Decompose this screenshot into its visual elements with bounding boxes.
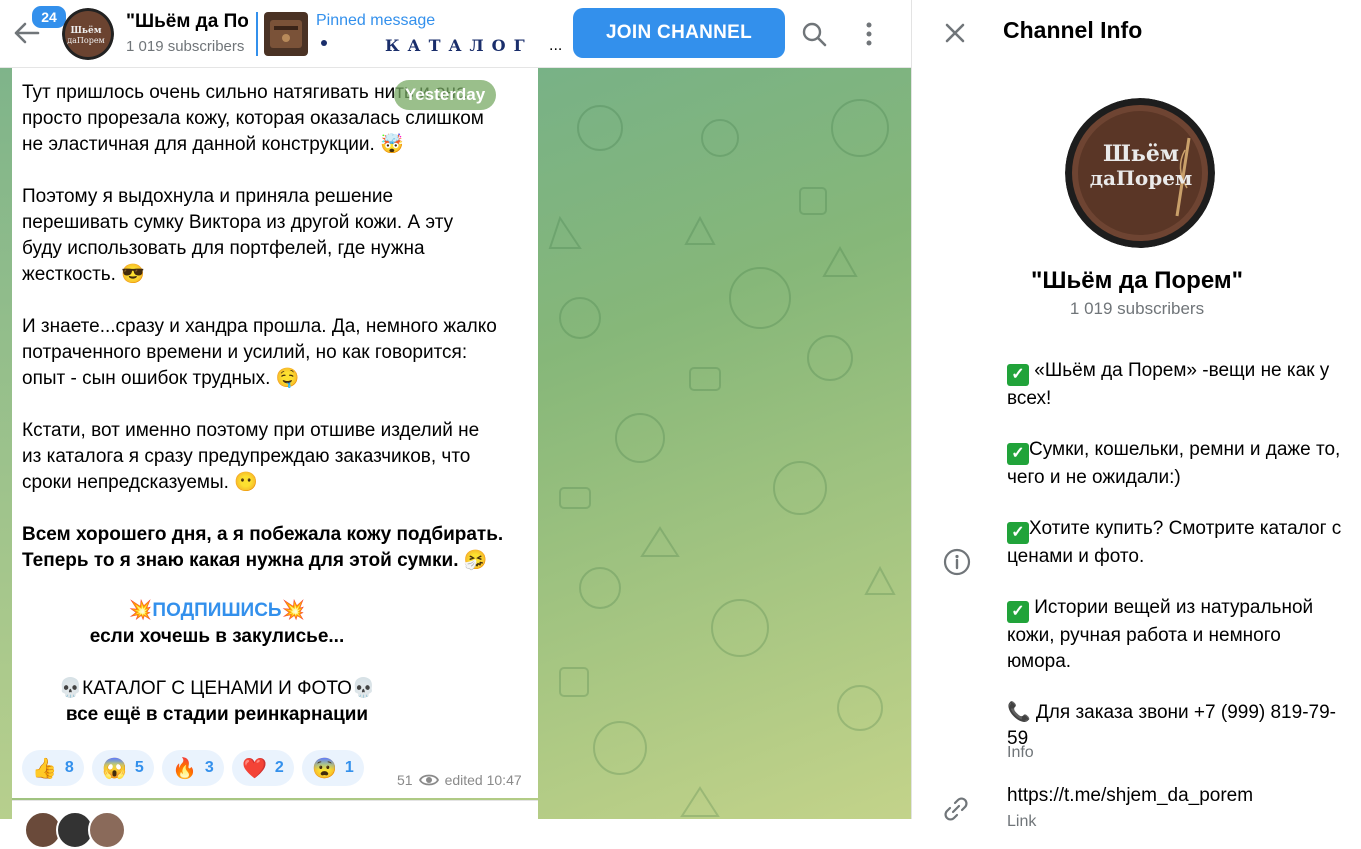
- eye-icon: [418, 774, 439, 786]
- catalog-subtext: все ещё в стадии реинкарнации: [65, 704, 369, 725]
- message-bold-line: Теперь то я знаю какая нужна для этой су…: [22, 550, 488, 571]
- info-icon: [943, 548, 971, 576]
- reaction-scream[interactable]: 😱 5: [92, 750, 154, 786]
- check-mark-icon: ✓: [1007, 601, 1029, 623]
- avatar-text: даПорем: [1089, 166, 1193, 190]
- message-line: перешивать сумку Виктора из другой кожи.…: [22, 212, 454, 233]
- reaction-heart[interactable]: ❤️ 2: [232, 750, 294, 786]
- channel-description: ✓ «Шьём да Порем» -вещи не как у всех! ✓…: [1007, 358, 1347, 752]
- message-line: потраченного времени и усилий, но как го…: [22, 342, 468, 363]
- description-line: «Шьём да Порем» -вещи не как у всех!: [1007, 360, 1330, 409]
- subscribe-link[interactable]: ПОДПИШИСЬ: [152, 600, 281, 621]
- left-background-strip: [0, 68, 12, 819]
- fearful-icon: 😨: [312, 757, 337, 780]
- next-message-peek: [12, 800, 538, 849]
- catalog-text: КАТАЛОГ С ЦЕНАМИ И ФОТО: [82, 678, 352, 699]
- pinned-divider: [256, 12, 258, 56]
- description-line: Хотите купить? Смотрите каталог с ценами…: [1007, 518, 1342, 567]
- pinned-thumbnail[interactable]: [264, 12, 308, 56]
- message-line: не эластичная для данной конструкции. 🤯: [22, 134, 404, 155]
- check-mark-icon: ✓: [1007, 443, 1029, 465]
- svg-text:даПорем: даПорем: [67, 36, 105, 45]
- scream-icon: 😱: [102, 757, 127, 780]
- pinned-text[interactable]: КАТАЛОГ: [385, 36, 533, 55]
- reaction-count: 8: [64, 759, 74, 776]
- reaction-fearful[interactable]: 😨 1: [302, 750, 364, 786]
- channel-info-panel: Channel Info Шьём даПорем "Шьём да Порем…: [911, 0, 1361, 830]
- pinned-ellipsis: ...: [549, 37, 563, 54]
- message-line: И знаете...сразу и хандра прошла. Да, не…: [22, 316, 497, 337]
- channel-avatar-large[interactable]: Шьём даПорем: [1065, 98, 1215, 248]
- reaction-thumbs-up[interactable]: 👍 8: [22, 750, 84, 786]
- link-label: Link: [1007, 813, 1037, 830]
- check-mark-icon: ✓: [1007, 364, 1029, 386]
- avatar: [88, 811, 126, 849]
- explosion-icon: 💥: [281, 600, 306, 621]
- pinned-image-icon: [264, 12, 308, 56]
- message-line: Поэтому я выдохнула и приняла решение: [22, 186, 394, 207]
- join-channel-button[interactable]: JOIN CHANNEL: [573, 8, 785, 58]
- svg-text:Шьём: Шьём: [70, 25, 101, 36]
- views-count: 51: [397, 772, 413, 788]
- edited-time: edited 10:47: [444, 772, 522, 788]
- channel-subscribers: 1 019 subscribers: [126, 38, 245, 55]
- reaction-count: 5: [134, 759, 144, 776]
- message-bubble: Тут пришлось очень сильно натягивать нит…: [12, 68, 538, 798]
- channel-name: "Шьём да Порем": [1030, 267, 1243, 294]
- description-line: Сумки, кошельки, ремни и даже то, чего и…: [1007, 439, 1341, 488]
- channel-title[interactable]: "Шьём да Порем": [126, 11, 248, 33]
- message-line: Кстати, вот именно поэтому при отшиве из…: [22, 420, 480, 441]
- channel-link[interactable]: https://t.me/shjem_da_porem: [1007, 785, 1253, 807]
- message-line: опыт - сын ошибок трудных. 🤤: [22, 368, 300, 389]
- thumbs-up-icon: 👍: [32, 757, 57, 780]
- message-bold-line: Всем хорошего дня, а я побежала кожу под…: [22, 524, 504, 545]
- message-meta: 51 edited 10:47: [397, 772, 522, 788]
- subscribe-subtext: если хочешь в закулисье...: [89, 626, 345, 647]
- info-label: Info: [1007, 744, 1034, 761]
- search-icon[interactable]: [797, 17, 831, 51]
- channel-subscribers: 1 019 subscribers: [1069, 299, 1205, 318]
- pinned-bullet: [321, 40, 327, 46]
- message-line: жесткость. 😎: [22, 264, 145, 285]
- explosion-icon: 💥: [128, 600, 153, 621]
- subscribe-line: 💥ПОДПИШИСЬ💥: [22, 598, 412, 624]
- pinned-label[interactable]: Pinned message: [316, 12, 435, 30]
- reaction-fire[interactable]: 🔥 3: [162, 750, 224, 786]
- date-pill: Yesterday: [394, 80, 496, 110]
- reaction-count: 1: [344, 759, 354, 776]
- close-icon[interactable]: [942, 20, 968, 46]
- message-line: сроки непредсказуемы. 😶: [22, 472, 258, 493]
- phone-line: 📞 Для заказа звони +7 (999) 819-79-59: [1007, 702, 1336, 749]
- fire-icon: 🔥: [172, 757, 197, 780]
- check-mark-icon: ✓: [1007, 522, 1029, 544]
- reaction-count: 3: [204, 759, 214, 776]
- message-line: из каталога я сразу предупреждаю заказчи…: [22, 446, 471, 467]
- skull-icon: 💀: [351, 678, 376, 699]
- heart-icon: ❤️: [242, 757, 267, 780]
- catalog-line: 💀КАТАЛОГ С ЦЕНАМИ И ФОТО💀: [22, 676, 412, 702]
- panel-title: Channel Info: [1003, 17, 1143, 43]
- avatar-text: Шьём: [1103, 141, 1179, 167]
- channel-logo-icon: Шьём даПорем: [62, 8, 114, 60]
- description-line: Истории вещей из натуральной кожи, ручна…: [1007, 597, 1314, 672]
- skull-icon: 💀: [58, 678, 83, 699]
- channel-avatar[interactable]: Шьём даПорем: [62, 8, 114, 60]
- chat-header: 24 Шьём даПорем "Шьём да Порем" 1 019 su…: [0, 0, 911, 68]
- reaction-count: 2: [274, 759, 284, 776]
- more-vertical-icon[interactable]: [852, 17, 886, 51]
- message-line: буду использовать для портфелей, где нуж…: [22, 238, 425, 259]
